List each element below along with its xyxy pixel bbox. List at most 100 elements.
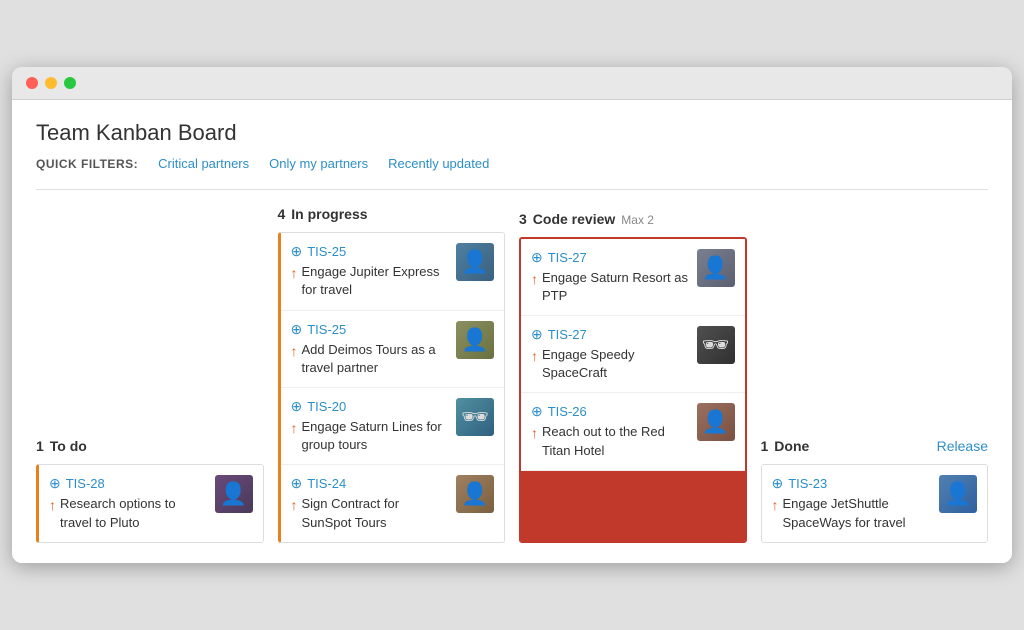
release-button[interactable]: Release	[937, 438, 988, 454]
quick-filters-label: QUICK FILTERS:	[36, 157, 138, 171]
overflow-indicator	[521, 471, 745, 541]
kanban-board: 1 To do ⊕ TIS-28	[36, 206, 988, 543]
avatar-image: 🕶	[456, 398, 494, 436]
kanban-window: Team Kanban Board QUICK FILTERS: Critica…	[12, 67, 1012, 563]
card-title: ↑ Engage Saturn Lines for group tours	[291, 418, 449, 454]
column-todo-header: 1 To do	[36, 438, 264, 454]
plus-icon: ⊕	[291, 321, 303, 338]
avatar-image: 👤	[456, 243, 494, 281]
quick-filters-bar: QUICK FILTERS: Critical partners Only my…	[36, 156, 988, 171]
card-info: ⊕ TIS-23 ↑ Engage JetShuttle SpaceWays f…	[772, 475, 932, 531]
plus-icon: ⊕	[531, 403, 543, 420]
avatar-image: 🕶	[697, 326, 735, 364]
card-id: ⊕ TIS-28	[49, 475, 207, 492]
card-id: ⊕ TIS-27	[531, 326, 689, 343]
done-cards-container: ⊕ TIS-23 ↑ Engage JetShuttle SpaceWays f…	[761, 464, 989, 542]
page-title: Team Kanban Board	[36, 120, 988, 146]
codereview-count: 3	[519, 211, 527, 227]
column-todo: 1 To do ⊕ TIS-28	[36, 438, 264, 542]
codereview-cards-container: ⊕ TIS-27 ↑ Engage Saturn Resort as PTP	[519, 237, 747, 543]
table-row: ⊕ TIS-25 ↑ Engage Jupiter Express for tr…	[281, 233, 505, 310]
maximize-button[interactable]	[64, 77, 76, 89]
card-title: ↑ Engage Saturn Resort as PTP	[531, 269, 689, 305]
table-row: ⊕ TIS-24 ↑ Sign Contract for SunSpot Tou…	[281, 465, 505, 541]
priority-icon: ↑	[772, 496, 779, 516]
card-id: ⊕ TIS-25	[291, 243, 449, 260]
card-title: ↑ Research options to travel to Pluto	[49, 495, 207, 531]
avatar-image: 👤	[215, 475, 253, 513]
card-info: ⊕ TIS-28 ↑ Research options to travel to…	[49, 475, 207, 531]
filter-critical[interactable]: Critical partners	[158, 156, 249, 171]
plus-icon: ⊕	[531, 326, 543, 343]
column-inprogress: 4 In progress ⊕ TIS-25	[278, 206, 506, 543]
column-done-header: 1 Done Release	[761, 438, 989, 454]
plus-icon: ⊕	[291, 475, 303, 492]
close-button[interactable]	[26, 77, 38, 89]
inprogress-count: 4	[278, 206, 286, 222]
avatar: 🕶	[697, 326, 735, 364]
column-done: 1 Done Release ⊕ TIS-23	[761, 438, 989, 542]
table-row: ⊕ TIS-25 ↑ Add Deimos Tours as a travel …	[281, 311, 505, 388]
avatar-image: 👤	[697, 403, 735, 441]
main-content: Team Kanban Board QUICK FILTERS: Critica…	[12, 100, 1012, 563]
todo-count: 1	[36, 438, 44, 454]
table-row: ⊕ TIS-26 ↑ Reach out to the Red Titan Ho…	[521, 393, 745, 470]
priority-icon: ↑	[291, 496, 298, 516]
card-info: ⊕ TIS-27 ↑ Engage Speedy SpaceCraft	[531, 326, 689, 382]
todo-cards-container: ⊕ TIS-28 ↑ Research options to travel to…	[36, 464, 264, 542]
card-id: ⊕ TIS-26	[531, 403, 689, 420]
priority-icon: ↑	[531, 270, 538, 290]
card-info: ⊕ TIS-25 ↑ Add Deimos Tours as a travel …	[291, 321, 449, 377]
table-row: ⊕ TIS-28 ↑ Research options to travel to…	[39, 465, 263, 541]
avatar: 👤	[456, 321, 494, 359]
card-id: ⊕ TIS-20	[291, 398, 449, 415]
card-title: ↑ Reach out to the Red Titan Hotel	[531, 423, 689, 459]
priority-icon: ↑	[49, 496, 56, 516]
priority-icon: ↑	[291, 419, 298, 439]
inprogress-cards-container: ⊕ TIS-25 ↑ Engage Jupiter Express for tr…	[278, 232, 506, 543]
avatar: 👤	[456, 475, 494, 513]
card-info: ⊕ TIS-27 ↑ Engage Saturn Resort as PTP	[531, 249, 689, 305]
priority-icon: ↑	[531, 424, 538, 444]
card-title: ↑ Sign Contract for SunSpot Tours	[291, 495, 449, 531]
avatar: 🕶	[456, 398, 494, 436]
plus-icon: ⊕	[772, 475, 784, 492]
priority-icon: ↑	[291, 342, 298, 362]
card-id: ⊕ TIS-23	[772, 475, 932, 492]
card-id: ⊕ TIS-27	[531, 249, 689, 266]
card-id: ⊕ TIS-25	[291, 321, 449, 338]
plus-icon: ⊕	[531, 249, 543, 266]
table-row: ⊕ TIS-27 ↑ Engage Saturn Resort as PTP	[521, 239, 745, 316]
avatar-image: 👤	[697, 249, 735, 287]
card-info: ⊕ TIS-26 ↑ Reach out to the Red Titan Ho…	[531, 403, 689, 459]
plus-icon: ⊕	[49, 475, 61, 492]
priority-icon: ↑	[531, 347, 538, 367]
card-info: ⊕ TIS-24 ↑ Sign Contract for SunSpot Tou…	[291, 475, 449, 531]
card-title: ↑ Add Deimos Tours as a travel partner	[291, 341, 449, 377]
plus-icon: ⊕	[291, 398, 303, 415]
codereview-name: Code review	[533, 211, 615, 227]
table-row: ⊕ TIS-23 ↑ Engage JetShuttle SpaceWays f…	[762, 465, 988, 541]
avatar-image: 👤	[456, 321, 494, 359]
column-inprogress-header: 4 In progress	[278, 206, 506, 222]
filter-recent[interactable]: Recently updated	[388, 156, 489, 171]
column-codereview-header: 3 Code review Max 2	[519, 211, 747, 227]
priority-icon: ↑	[291, 264, 298, 284]
column-codereview: 3 Code review Max 2 ⊕	[519, 211, 747, 543]
done-count: 1	[761, 438, 769, 454]
todo-name: To do	[50, 438, 87, 454]
card-title: ↑ Engage Jupiter Express for travel	[291, 263, 449, 299]
avatar: 👤	[697, 249, 735, 287]
plus-icon: ⊕	[291, 243, 303, 260]
done-name: Done	[774, 438, 809, 454]
minimize-button[interactable]	[45, 77, 57, 89]
filter-mine[interactable]: Only my partners	[269, 156, 368, 171]
section-divider	[36, 189, 988, 190]
titlebar	[12, 67, 1012, 100]
avatar-image: 👤	[456, 475, 494, 513]
avatar: 👤	[939, 475, 977, 513]
avatar: 👤	[697, 403, 735, 441]
card-title: ↑ Engage JetShuttle SpaceWays for travel	[772, 495, 932, 531]
card-info: ⊕ TIS-25 ↑ Engage Jupiter Express for tr…	[291, 243, 449, 299]
table-row: ⊕ TIS-20 ↑ Engage Saturn Lines for group…	[281, 388, 505, 465]
